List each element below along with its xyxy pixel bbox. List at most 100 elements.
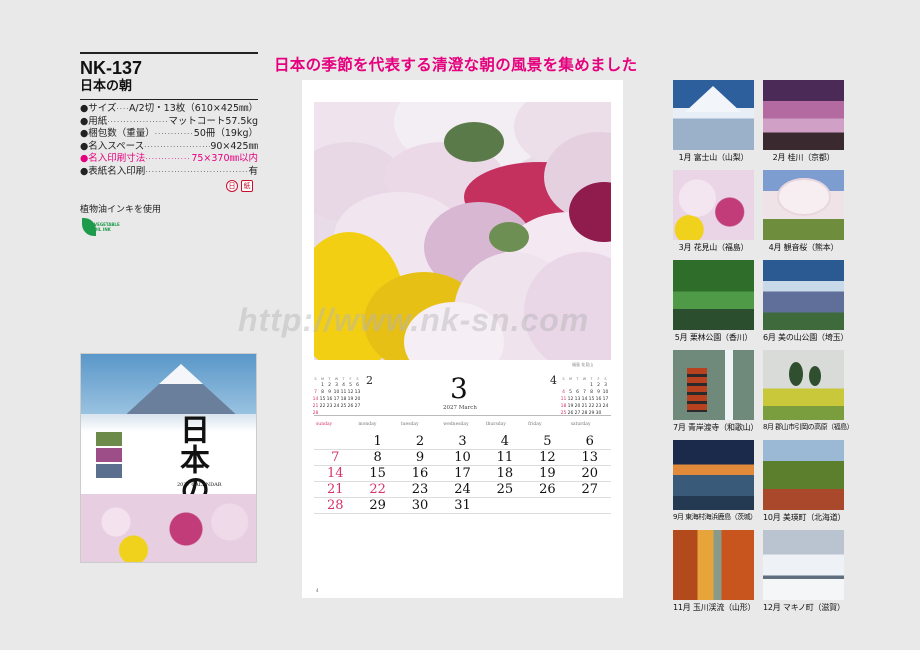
spec-value: 50冊（19kg） [193,128,258,139]
mini-day: 28 [312,411,319,416]
cover-flowers [81,494,256,562]
cover-snowcap [159,364,203,384]
year-month: 2027 March [443,405,477,411]
month-photo [763,80,844,150]
month-thumbnail[interactable]: 8月 郡山市引岡の高原（福島） [763,350,854,440]
mini-weekday: S [356,377,359,381]
spec-leader [145,153,191,166]
spec-value: A/2切・13枚（610×425㎜） [128,103,258,114]
month-thumbnail[interactable]: 3月 花見山（福島） [673,170,754,260]
mini-day: 25 [340,404,347,409]
mini-day: 17 [602,397,609,402]
mini-day: 22 [319,404,326,409]
month-caption: 2月 桂川（京都） [772,153,835,162]
day-grid: 1 2 3 4 5 6 7 8 9 10 11 12 13 14 15 16 17 18 19 20 21 22 23 24 2… [314,434,611,514]
month-thumbnail[interactable]: 5月 栗林公園（香川） [673,260,754,350]
spec-leader [107,116,168,129]
month-thumbnail[interactable]: 7月 青岸渡寺（和歌山） [673,350,758,440]
month-thumbnail[interactable]: 6月 美の山公園（埼玉） [763,260,848,350]
mini-day: 27 [354,404,361,409]
spec-leader [144,141,210,154]
month-photo [673,170,754,240]
month-photo [763,260,844,330]
mini-day: 18 [560,404,567,409]
spec-label: ●サイズ [80,103,117,114]
mini-day: 1 [321,383,324,388]
mini-day: 17 [333,397,340,402]
mini-day: 24 [333,404,340,409]
calendar-day: 30 [398,498,442,514]
mini-day [567,383,574,389]
cover-mini-photos [96,432,122,480]
calendar-day: 5 [526,434,569,450]
calendar-day: 17 [441,466,484,482]
photo-flower-cluster [489,222,529,252]
mini-day: 11 [340,390,347,395]
mini-day: 19 [567,404,574,409]
product-title: 日本の朝 [80,79,133,94]
mini-weekday: S [562,377,565,381]
tree-shape [809,366,821,386]
month-thumbnail[interactable]: 4月 観音桜（熊本） [763,170,844,260]
month-thumbnail[interactable]: 10月 美瑛町（北海道） [763,440,846,530]
calendar-divider [314,415,611,416]
cover-thumbnail[interactable]: 日本の朝 2027 CALENDAR [80,353,257,563]
mini-weekday: T [342,377,345,381]
top-rule [80,52,258,54]
spec-value: マットコート57.5kg [168,115,258,127]
month-thumbnail[interactable]: 12月 マキノ町（滋賀） [763,530,845,620]
mini-day: 20 [354,397,361,402]
month-caption: 3月 花見山（福島） [678,243,749,252]
weekday-tuesday: tuesday [400,422,419,427]
mini-day: 12 [347,390,354,395]
next-month-grid: S M T W T F S 1 2 3 4 5 6 7 8 9 10 11 12 13 14 15 16 17 18 19 20 21… [560,376,612,417]
calendar-day: 11 [483,450,527,466]
month-photo [673,260,754,330]
month-photo [763,350,844,420]
spec-label: ●梱包数（重量） [80,128,155,139]
next-month-mini: 4 S M T W T F S 1 2 3 4 5 6 7 8 9 10 11 12 13 14 15 16 17 18 19 20… [550,374,612,417]
weekday-thursday: thursday [485,422,506,427]
month-photo [763,170,844,240]
prev-month-number: 2 [366,374,373,387]
weekday-saturday: saturday [570,422,591,427]
mini-day: 3 [604,383,607,388]
spec-label: ●名入印刷寸法 [80,153,146,164]
mini-day: 2 [328,383,331,388]
mini-day: 9 [328,390,331,395]
month-thumbnail[interactable]: 2月 桂川（京都） [763,80,844,170]
next-month-number: 4 [550,374,557,387]
month-thumbnail[interactable]: 9月 東海村海浜鹿島（茨城） [673,440,757,530]
mini-day [574,383,581,389]
mini-day: 6 [576,390,579,395]
month-photo [673,350,754,420]
calendar-day: 13 [568,450,611,466]
mini-day: 20 [574,404,581,409]
mini-day: 2 [597,383,600,388]
mini-weekday: T [328,377,331,381]
mini-day: 26 [567,411,574,416]
spec-value: 有 [248,165,258,177]
cherry-tree [777,178,831,216]
month-thumbnail[interactable]: 11月 玉川渓流（山形） [673,530,756,620]
mini-weekday: T [576,377,579,381]
mini-day: 15 [319,397,326,402]
month-thumbnail[interactable]: 1月 富士山（山梨） [673,80,754,170]
prev-month-mini: 2 S M T W T F S 1 2 3 4 5 6 7 8 9 10 11 12 13 14 15 16 17 18 19 20… [312,374,373,417]
photo-flower-cluster [444,122,504,162]
calendar-day: 10 [441,450,484,466]
mini-day: 18 [340,397,347,402]
mini-weekday: M [568,377,573,381]
vegetable-ink-text: VEGETABLE OIL INK [94,222,120,232]
month-photo [673,80,754,150]
weekday-wednesday: wednesday [443,422,469,427]
page-number: 4 [316,588,319,593]
spec-row: ●名入スペース 90×425㎜ [80,141,258,154]
month-photo [673,440,754,510]
watermark: http://www.nk-sn.com [238,302,590,338]
calendar-day: 31 [441,498,484,514]
month-caption: 8月 郡山市引岡の高原（福島） [763,423,854,431]
mini-day: 14 [312,397,319,402]
mini-day: 21 [312,404,319,409]
mini-weekday: W [582,377,587,381]
